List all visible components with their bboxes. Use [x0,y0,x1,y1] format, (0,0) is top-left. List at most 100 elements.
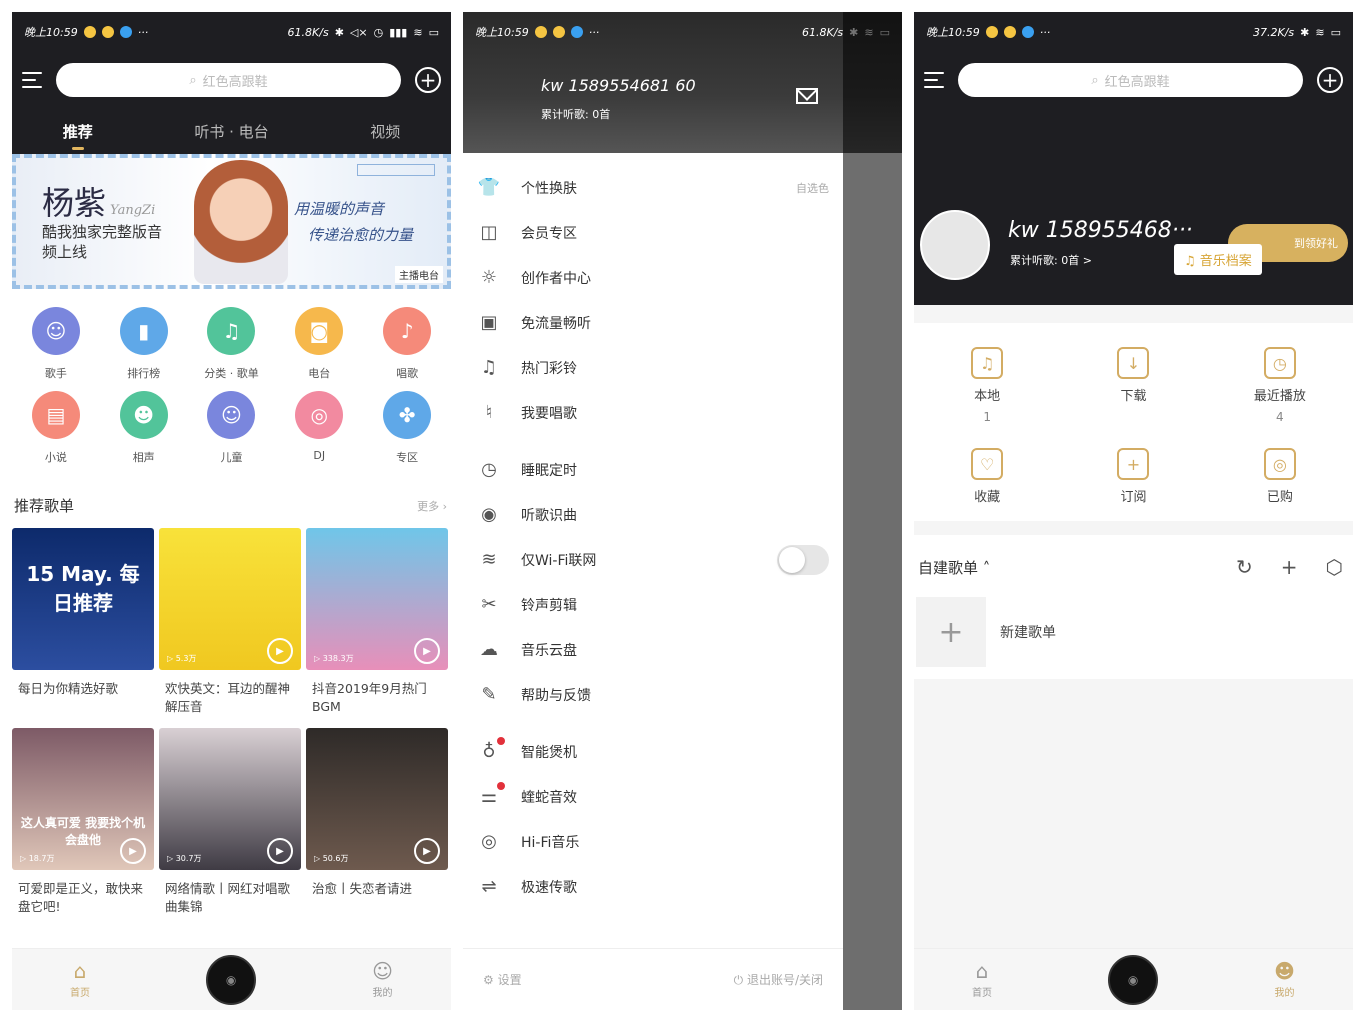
nav-home[interactable]: ⌂ 首页 [972,960,992,999]
category-label: 分类 · 歌单 [204,367,259,380]
category-item[interactable]: ☺ 儿童 [188,391,276,465]
settings-hex-icon[interactable]: ⬡ [1326,555,1343,579]
add-playlist-icon[interactable]: + [1281,555,1298,579]
drawer-item[interactable]: ⇌ 极速传歌 [463,864,843,909]
category-item[interactable]: ♫ 分类 · 歌单 [188,307,276,381]
dimmed-background[interactable] [843,12,902,1010]
menu-icon[interactable] [924,72,944,88]
quick-access-item[interactable]: ↓ 下载 [1060,347,1206,424]
drawer-item[interactable]: ♫ 热门彩铃 [463,345,843,390]
play-icon[interactable]: ▶ [414,638,440,664]
quick-access-item[interactable]: ◷ 最近播放 4 [1207,347,1353,424]
drawer-item[interactable]: ▣ 免流量畅听 [463,300,843,345]
quick-access-item[interactable]: + 订阅 [1060,448,1206,511]
drawer-item[interactable]: ♮ 我要唱歌 [463,390,843,435]
avatar[interactable] [920,210,990,280]
drawer-item-label: 听歌识曲 [521,507,577,524]
add-button[interactable]: + [1317,67,1343,93]
playlist-card[interactable]: ▷ 50.6万 ▶ 治愈丨失恋者请进 [306,728,448,918]
home-icon: ⌂ [975,959,989,983]
category-grid: ☺ 歌手 ▮ 排行榜 ♫ 分类 · 歌单 ◙ 电台 ♪ 唱歌 ▤ 小说 ☻ 相声 ☺ 儿童 ◎ DJ ✤ 专区 [12,289,451,465]
category-icon: ▮ [119,307,168,355]
nav-mine[interactable]: ☻ 我的 [1274,960,1295,999]
now-playing-disc[interactable]: ◉ [1108,954,1159,1005]
tab-audiobook-radio[interactable]: 听书 · 电台 [194,121,268,142]
profile-username[interactable]: kw 158955468··· [1008,218,1193,243]
drawer-item-label: 创作者中心 [521,270,591,287]
drawer-menu: 👕 个性换肤 自选色 ◫ 会员专区 ☼ 创作者中心 ▣ 免流量畅听 ♫ 热门彩铃 ♮ 我要唱歌 ◷ 睡眠定时… [463,153,843,1010]
drawer-item[interactable]: ⚌ 蝰蛇音效 [463,774,843,819]
drawer-item[interactable]: ◫ 会员专区 [463,210,843,255]
now-playing-disc[interactable]: ◉ [206,954,257,1005]
tab-recommend[interactable]: 推荐 [63,121,93,150]
refresh-icon[interactable]: ↻ [1236,555,1253,579]
logout-button[interactable]: ⏻ 退出账号/关闭 [734,971,823,988]
sim-icon: ▣ [480,312,498,333]
search-input[interactable]: ⌕ 红色高跟鞋 [56,63,401,97]
category-label: 专区 [396,451,419,464]
mail-icon[interactable] [796,88,818,104]
playlists-title[interactable]: 自建歌单 ˄ [918,557,990,578]
drawer-username[interactable]: kw 1589554681 60 [541,76,696,95]
drawer-item[interactable]: ◉ 听歌识曲 [463,492,843,537]
drawer-item[interactable]: ☁ 音乐云盘 [463,627,843,672]
play-icon[interactable]: ▶ [120,838,146,864]
equalizer-icon: ⚌ [477,782,505,807]
quick-access-item[interactable]: ♡ 收藏 [914,448,1060,511]
nav-home[interactable]: ⌂ 首页 [70,960,90,999]
play-icon[interactable]: ▶ [267,838,293,864]
playlist-card[interactable]: ▷ 30.7万 ▶ 网络情歌丨网红对唱歌曲集锦 [159,728,301,918]
music-archive-button[interactable]: ♫ 音乐档案 [1174,244,1262,275]
category-item[interactable]: ☺ 歌手 [12,307,100,381]
category-item[interactable]: ♪ 唱歌 [363,307,451,381]
drawer-item[interactable]: ☼ 创作者中心 [463,255,843,300]
net-speed: 61.8K/s [287,25,329,39]
drawer-group: ◷ 睡眠定时 ◉ 听歌识曲 ≋ 仅Wi-Fi联网 ✂ 铃声剪辑 ☁ 音乐云盘 ✎ 帮助与反馈 [463,435,843,717]
tab-video[interactable]: 视频 [370,121,400,142]
quick-access-label: 已购 [1266,490,1293,505]
category-item[interactable]: ☻ 相声 [100,391,188,465]
category-icon: ♫ [207,307,256,355]
drawer-item[interactable]: ♁ 智能煲机 [463,729,843,774]
play-count: ▷ 50.6万 [314,854,349,863]
quick-access-item[interactable]: ◎ 已购 [1207,448,1353,511]
category-item[interactable]: ◙ 电台 [275,307,363,381]
profile-listen-count[interactable]: 累计听歌: 0首 > [1010,252,1092,268]
category-item[interactable]: ✤ 专区 [363,391,451,465]
drawer-item[interactable]: ◎ Hi-Fi音乐 [463,819,843,864]
drawer-item[interactable]: ✎ 帮助与反馈 [463,672,843,717]
drawer-item[interactable]: ≋ 仅Wi-Fi联网 [463,537,843,582]
drawer-item-extra: 自选色 [796,181,829,195]
playlist-card[interactable]: ▷ 5.3万 ▶ 欢快英文：耳边的醒神解压音 [159,528,301,718]
menu-icon[interactable] [22,72,42,88]
category-item[interactable]: ▤ 小说 [12,391,100,465]
play-icon[interactable]: ▶ [414,838,440,864]
playlist-card[interactable]: ▷ 338.3万 ▶ 抖音2019年9月热门BGM [306,528,448,718]
category-item[interactable]: ◎ DJ [275,391,363,465]
quick-access-icon: ♫ [971,347,1004,379]
more-link[interactable]: 更多 › [417,498,447,514]
new-playlist-button[interactable]: + 新建歌单 [916,597,1351,667]
playlist-card[interactable]: 这人真可爱 我要找个机会盘他 ▷ 18.7万 ▶ 可爱即是正义，敢快来盘它吧! [12,728,154,918]
nav-mine[interactable]: ☺ 我的 [372,960,393,999]
play-icon[interactable]: ▶ [267,638,293,664]
playlist-title: 网络情歌丨网红对唱歌曲集锦 [165,881,291,914]
home-icon: ⌂ [73,959,87,983]
drawer-item[interactable]: ◷ 睡眠定时 [463,447,843,492]
quick-access-item[interactable]: ♫ 本地 1 [914,347,1060,424]
add-button[interactable]: + [415,67,441,93]
playlist-cover: 这人真可爱 我要找个机会盘他 ▷ 18.7万 ▶ [12,728,154,870]
category-item[interactable]: ▮ 排行榜 [100,307,188,381]
drawer-item[interactable]: ✂ 铃声剪辑 [463,582,843,627]
wifi-only-toggle[interactable] [777,544,829,575]
search-input[interactable]: ⌕ 红色高跟鞋 [958,63,1303,97]
quick-access-label: 订阅 [1120,490,1147,505]
settings-button[interactable]: ⚙ 设置 [483,971,522,988]
drawer-item[interactable]: 👕 个性换肤 自选色 [463,165,843,210]
promo-banner[interactable]: 杨紫 YangZi 酷我独家完整版音频上线 用温暖的声音 传递治愈的力量 主播电台 [12,154,451,289]
bluetooth-icon: ✱ [1300,25,1310,39]
drawer-item-label: 睡眠定时 [521,462,577,479]
wifi-icon: ≋ [481,549,497,570]
quick-access-label: 收藏 [974,490,1001,505]
playlist-card[interactable]: 15 May. 每日推荐 每日为你精选好歌 [12,528,154,718]
